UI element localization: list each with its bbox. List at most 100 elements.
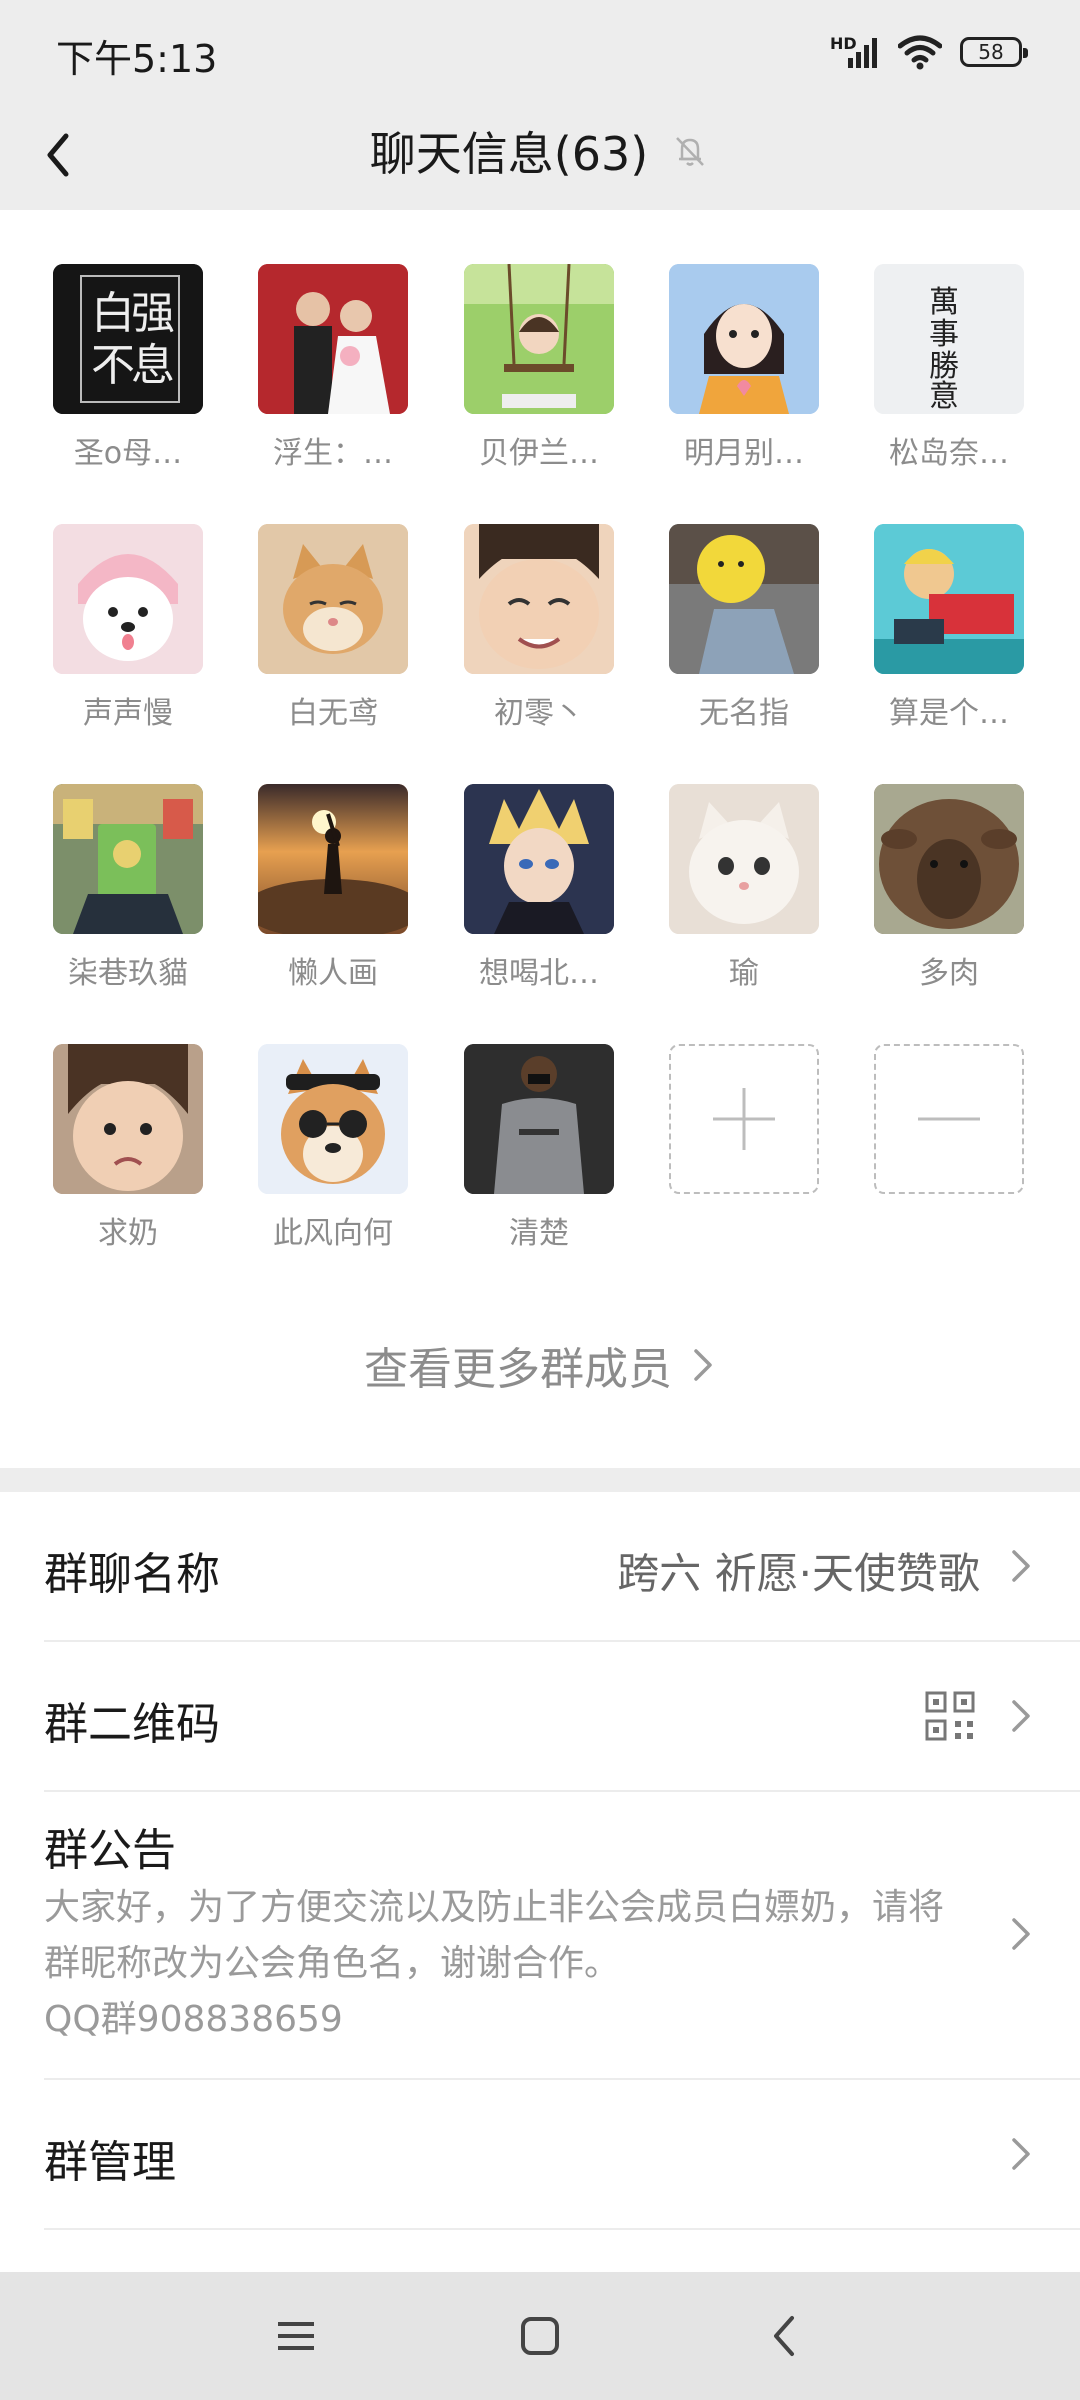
group-name-label: 群聊名称 <box>44 1549 220 1600</box>
bell-off-icon <box>676 137 705 166</box>
group-manage-row[interactable]: 群管理 <box>0 2080 1080 2228</box>
svg-text:息: 息 <box>131 340 175 391</box>
chevron-right-icon <box>1012 1700 1030 1732</box>
calligraphy-avatar: 白 强 不 息 <box>53 264 203 414</box>
add-member-button[interactable] <box>669 1044 819 1194</box>
qr-code-icon <box>925 1691 975 1741</box>
see-more-members-button[interactable]: 查看更多群成员 <box>0 1330 1080 1400</box>
anime-swing-avatar <box>464 264 614 414</box>
chevron-right-icon <box>1012 1918 1030 1950</box>
plus-icon <box>713 1088 775 1150</box>
group-name-row[interactable]: 群聊名称 跨六 祈愿·天使赞歌 <box>0 1492 1080 1640</box>
anime-ninja-avatar <box>464 784 614 934</box>
menu-icon <box>278 2322 314 2350</box>
member-item[interactable]: 瑜 <box>669 784 819 992</box>
member-name: 此风向何 <box>273 1216 393 1251</box>
member-name: 算是个… <box>889 696 1009 731</box>
member-name: 柒巷玖貓 <box>68 956 188 991</box>
sheep-avatar <box>874 784 1024 934</box>
status-bar: 下午5:13 HD 58 <box>0 0 1080 100</box>
member-name: 贝伊兰… <box>479 436 599 471</box>
member-name: 无名指 <box>699 696 789 731</box>
minus-icon <box>918 1117 980 1121</box>
member-item[interactable]: 白无鸢 <box>258 524 408 732</box>
member-name: 想喝北… <box>479 956 599 991</box>
member-item[interactable]: 萬 事 勝 意 松岛奈… <box>874 264 1024 472</box>
member-item[interactable]: 算是个… <box>874 524 1024 732</box>
wifi-icon <box>898 35 942 70</box>
white-cat-avatar <box>669 784 819 934</box>
signal-icon: HD <box>830 34 880 70</box>
battery-level: 58 <box>978 40 1004 64</box>
calligraphy-light-avatar: 萬 事 勝 意 <box>874 264 1024 414</box>
back-icon <box>774 2316 794 2356</box>
dog-pink-hat-avatar <box>53 524 203 674</box>
member-item[interactable]: 多肉 <box>874 784 1024 992</box>
cat-avatar <box>258 524 408 674</box>
chevron-right-icon <box>1012 1550 1030 1582</box>
divider <box>44 2228 1080 2230</box>
group-notice-row[interactable]: 群公告 大家好，为了方便交流以及防止非公会成员白嫖奶，请将群昵称改为公会角色名，… <box>0 1792 1080 2076</box>
member-name: 求奶 <box>98 1216 158 1251</box>
shiba-sunglasses-avatar <box>258 1044 408 1194</box>
member-item[interactable]: 声声慢 <box>53 524 203 732</box>
anime-girl-heart-avatar <box>669 264 819 414</box>
member-item[interactable]: 无名指 <box>669 524 819 732</box>
chevron-right-icon <box>694 1349 712 1381</box>
settings-list: 群聊名称 跨六 祈愿·天使赞歌 群二维码 群公告 大家好，为了方便交流以及防止非… <box>0 1492 1080 2272</box>
title-wrap: 聊天信息(63) <box>0 118 1080 184</box>
page-title: 聊天信息(63) <box>369 127 649 181</box>
home-icon <box>521 2317 559 2355</box>
member-item[interactable]: 浮生：… <box>258 264 408 472</box>
emoji-head-avatar <box>669 524 819 674</box>
wedding-photo-avatar <box>258 264 408 414</box>
member-name: 浮生：… <box>273 436 393 471</box>
group-notice-qq: QQ群908838659 <box>44 1999 343 2040</box>
member-item[interactable]: 想喝北… <box>464 784 614 992</box>
member-name: 声声慢 <box>83 696 173 731</box>
status-time: 下午5:13 <box>56 37 218 81</box>
battery-icon: 58 <box>960 37 1028 67</box>
member-name: 懒人画 <box>288 956 378 991</box>
snack-photo-avatar <box>53 784 203 934</box>
header: 聊天信息(63) <box>0 100 1080 208</box>
group-notice-label: 群公告 <box>44 1825 176 1876</box>
member-name: 多肉 <box>919 956 979 991</box>
member-item[interactable]: 初零丶 <box>464 524 614 732</box>
member-name: 清楚 <box>509 1216 569 1251</box>
member-name: 松岛奈… <box>889 436 1009 471</box>
member-item[interactable]: 求奶 <box>53 1044 203 1252</box>
sunset-silhouette-avatar <box>258 784 408 934</box>
svg-text:萬: 萬 <box>929 285 959 320</box>
crying-child-avatar <box>53 1044 203 1194</box>
member-item[interactable]: 此风向何 <box>258 1044 408 1252</box>
svg-text:不: 不 <box>91 340 135 391</box>
member-name: 明月别… <box>684 436 804 471</box>
group-name-value: 跨六 祈愿·天使赞歌 <box>617 1549 980 1598</box>
member-item[interactable]: 明月别… <box>669 264 819 472</box>
cartoon-character-avatar <box>874 524 1024 674</box>
qr-code-row[interactable]: 群二维码 <box>0 1642 1080 1790</box>
nav-back-button[interactable] <box>756 2306 816 2366</box>
man-hoodie-avatar <box>464 1044 614 1194</box>
member-name: 初零丶 <box>494 696 584 731</box>
member-name: 圣o母… <box>73 436 183 471</box>
group-manage-label: 群管理 <box>44 2137 176 2188</box>
remove-member-button[interactable] <box>874 1044 1024 1194</box>
qr-code-label: 群二维码 <box>44 1699 220 1750</box>
menu-button[interactable] <box>266 2306 326 2366</box>
member-item[interactable]: 贝伊兰… <box>464 264 614 472</box>
child-face-avatar <box>464 524 614 674</box>
member-item[interactable]: 清楚 <box>464 1044 614 1252</box>
member-item[interactable]: 懒人画 <box>258 784 408 992</box>
member-name: 白无鸢 <box>288 696 378 731</box>
member-item[interactable]: 白 强 不 息 圣o母… <box>53 264 203 472</box>
svg-text:意: 意 <box>929 379 959 414</box>
group-notice-text: 大家好，为了方便交流以及防止非公会成员白嫖奶，请将群昵称改为公会角色名，谢谢合作… <box>44 1880 974 2048</box>
group-notice-body: 大家好，为了方便交流以及防止非公会成员白嫖奶，请将群昵称改为公会角色名，谢谢合作… <box>44 1887 945 1984</box>
member-item[interactable]: 柒巷玖貓 <box>53 784 203 992</box>
home-button[interactable] <box>510 2306 570 2366</box>
see-more-label: 查看更多群成员 <box>364 1344 672 1395</box>
member-name: 瑜 <box>729 956 759 991</box>
svg-text:事: 事 <box>929 317 959 352</box>
